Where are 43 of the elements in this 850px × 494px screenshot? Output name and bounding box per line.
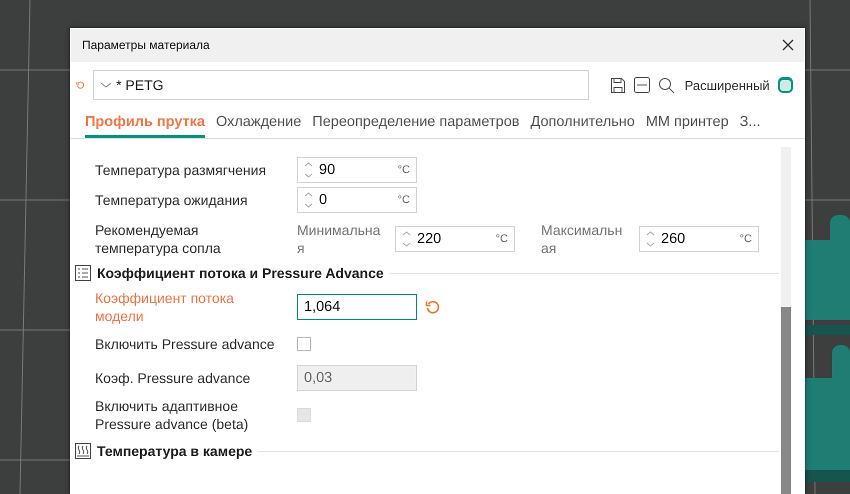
field-label: Включить Pressure advance [95, 335, 276, 353]
max-label: Максимальная [541, 221, 624, 257]
advanced-label: Расширенный [684, 78, 770, 92]
reset-icon[interactable] [425, 299, 441, 315]
stepper-icon[interactable] [646, 229, 655, 249]
heater-icon [75, 443, 91, 459]
tab[interactable]: З... [740, 114, 761, 138]
unit-label: °C [740, 233, 752, 245]
tab[interactable]: Дополнительно [530, 114, 635, 138]
stepper-icon[interactable] [304, 160, 313, 180]
checkbox[interactable] [297, 337, 311, 351]
scrollbar[interactable] [781, 147, 791, 494]
number-field[interactable]: 260 °C [639, 226, 759, 252]
close-button[interactable] [781, 38, 795, 52]
search-icon[interactable] [658, 76, 675, 94]
field-label: Включить адаптивное Pressure advance (beta) [95, 397, 250, 433]
section-title: Коэффициент потока и Pressure Advance [97, 265, 384, 281]
list-icon [75, 265, 91, 281]
tab[interactable]: Переопределение параметров [312, 114, 520, 138]
advanced-toggle[interactable] [778, 77, 794, 93]
window-title: Параметры материала [82, 38, 210, 52]
number-field[interactable]: 90 °C [297, 157, 417, 183]
preset-dropdown[interactable]: * PETG [93, 70, 590, 100]
field-label: Температура ожидания [95, 191, 249, 209]
collapse-icon[interactable] [634, 77, 650, 93]
number-field[interactable]: 0 °C [297, 187, 417, 213]
number-field[interactable]: 220 °C [395, 226, 515, 252]
text-field[interactable]: 1,064 [297, 294, 417, 320]
stepper-icon[interactable] [402, 229, 411, 249]
field-label: Коэффициент потока модели [95, 289, 235, 325]
unit-label: °C [398, 164, 410, 176]
unit-label: °C [496, 233, 508, 245]
min-label: Минимальная [297, 221, 381, 257]
tab[interactable]: Охлаждение [216, 114, 302, 138]
tab[interactable]: MM принтер [646, 114, 729, 138]
save-icon[interactable] [610, 76, 626, 94]
field-label: Рекомендуемая температура сопла [95, 221, 222, 257]
section-title: Температура в камере [97, 443, 252, 459]
stepper-icon[interactable] [304, 190, 313, 210]
field-label: Коэф. Pressure advance [95, 369, 252, 387]
chevron-icon [100, 81, 112, 89]
field-label: Температура размягчения [95, 161, 268, 179]
unit-label: °C [398, 194, 410, 206]
